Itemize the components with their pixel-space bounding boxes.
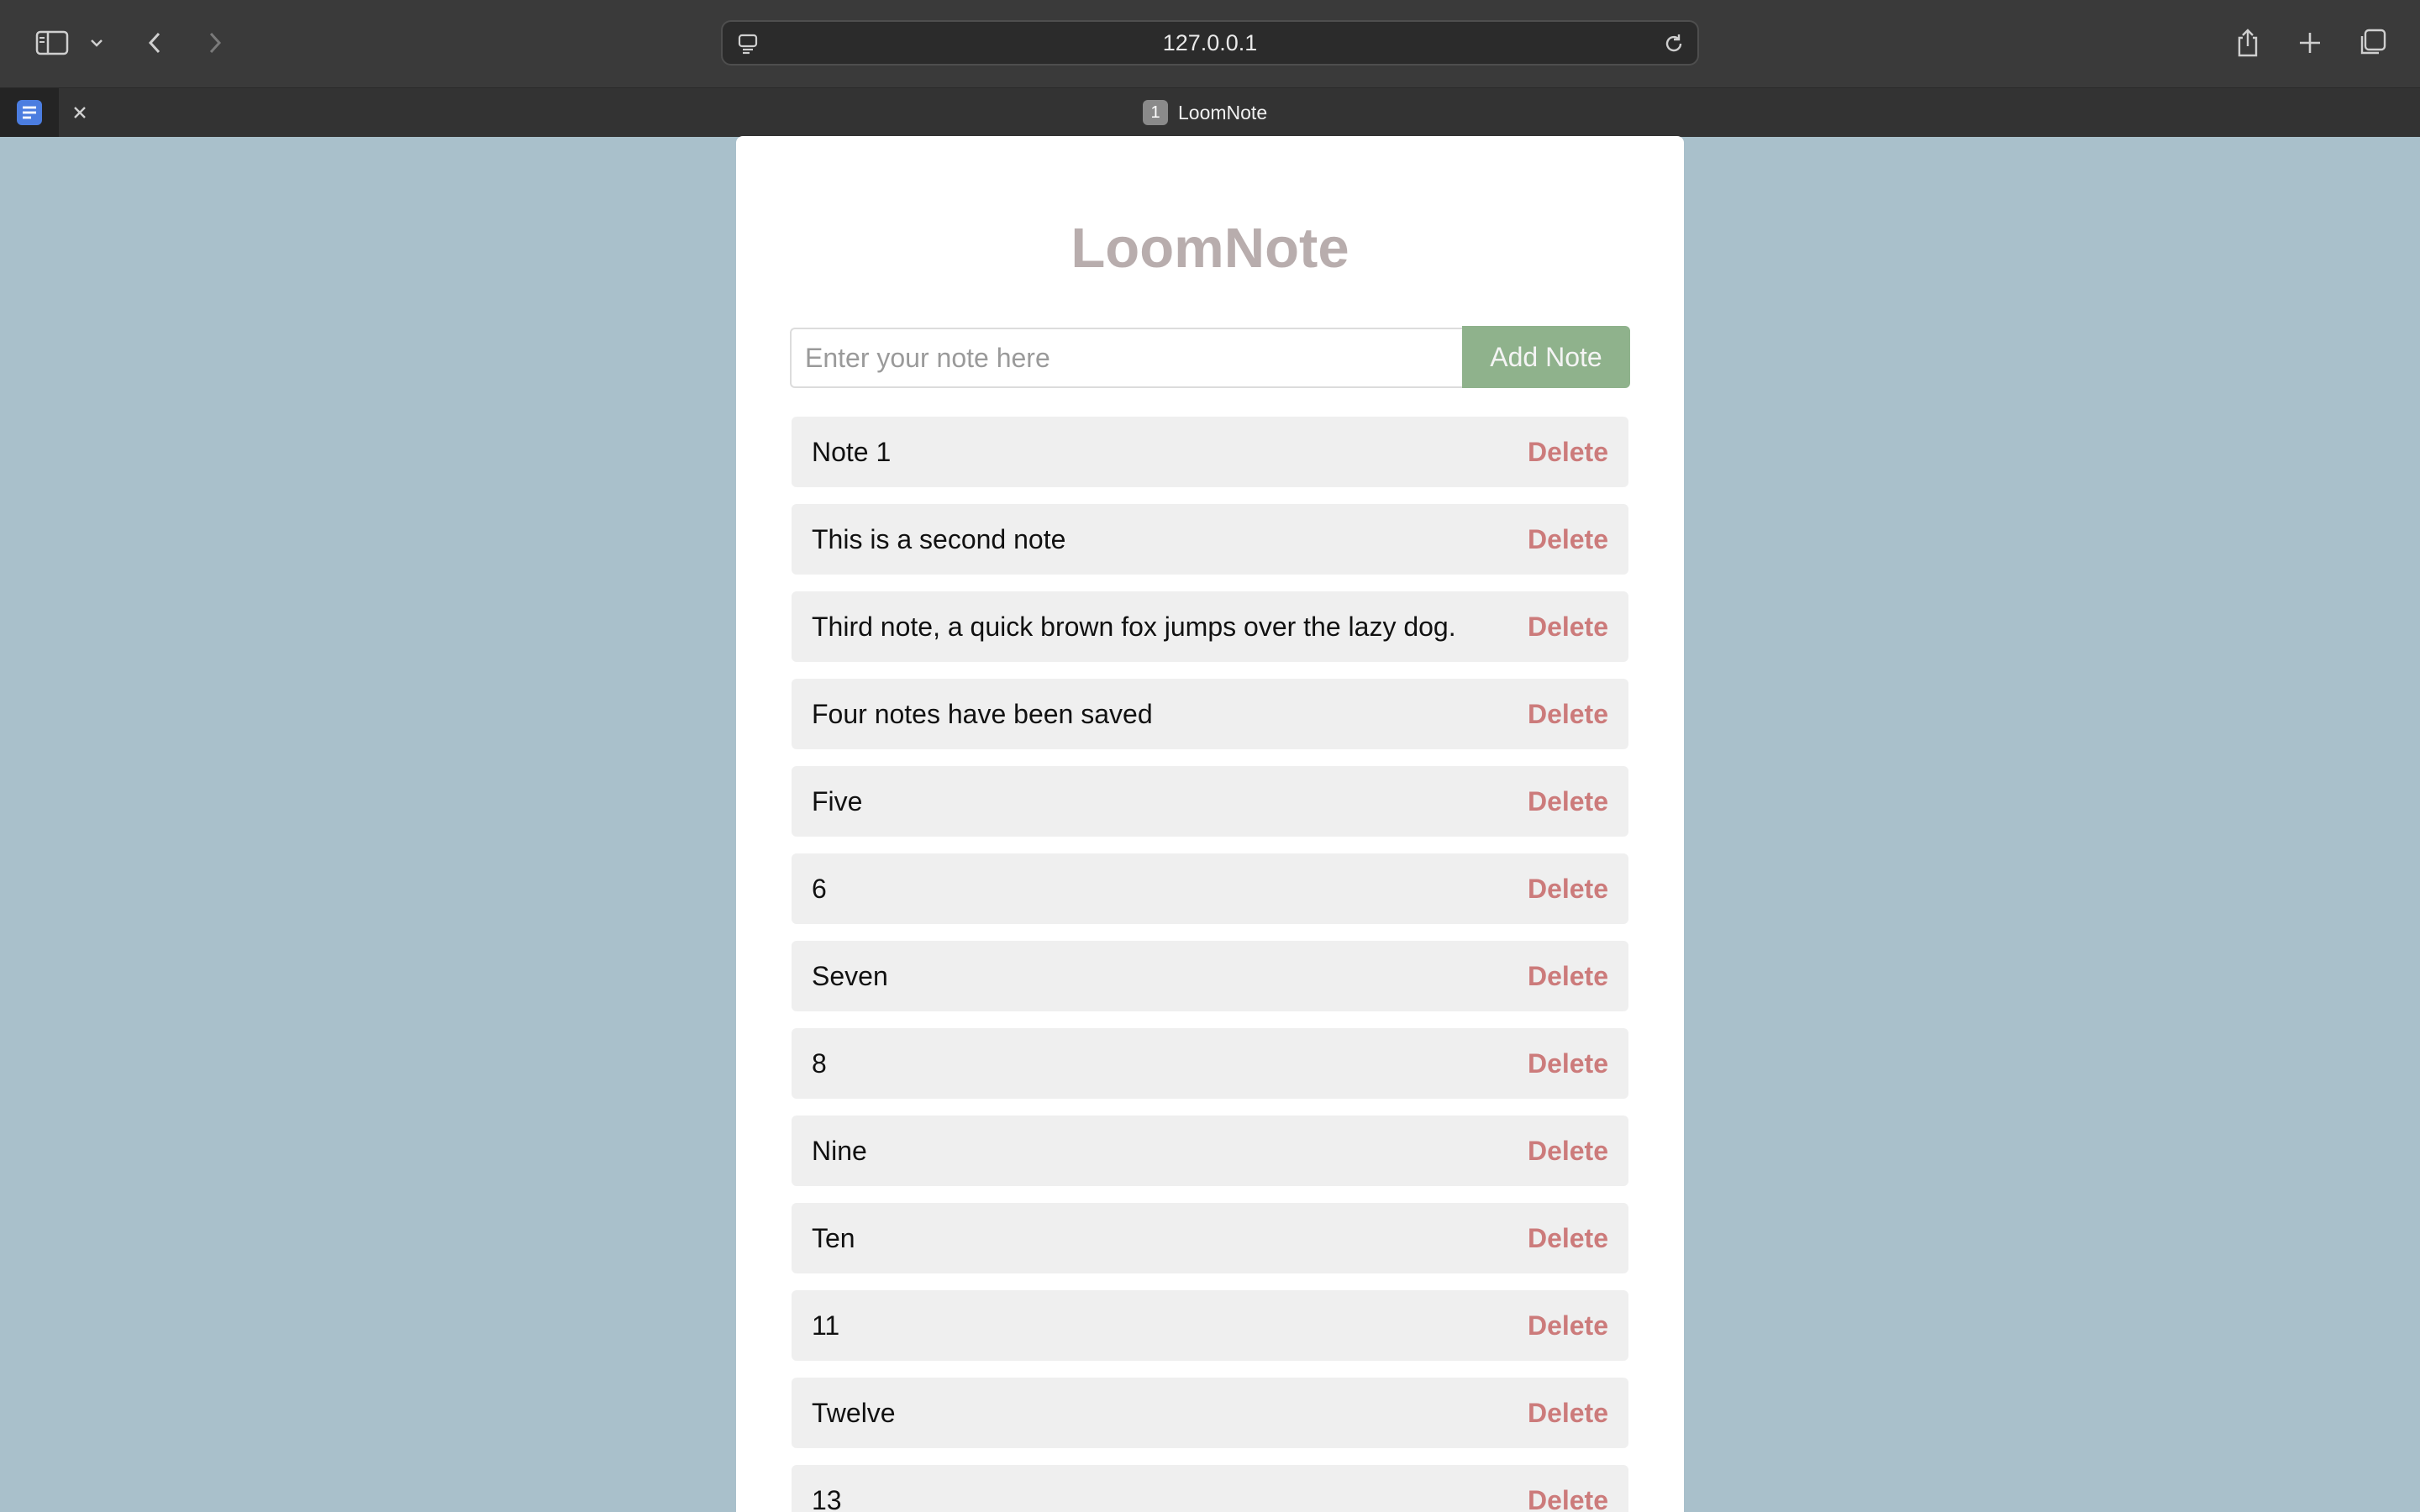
note-item: Seven Delete	[792, 941, 1628, 1011]
delete-button[interactable]: Delete	[1528, 524, 1608, 555]
note-text: This is a second note	[812, 523, 1066, 554]
new-tab-icon[interactable]	[2291, 24, 2329, 62]
note-text: 8	[812, 1047, 827, 1079]
note-text: Seven	[812, 960, 888, 991]
delete-button[interactable]: Delete	[1528, 786, 1608, 817]
note-text: Third note, a quick brown fox jumps over…	[812, 611, 1456, 642]
tab-title: LoomNote	[1178, 101, 1268, 123]
browser-chrome: 127.0.0.1 1 LoomNote	[0, 0, 2420, 137]
address-text: 127.0.0.1	[1162, 29, 1258, 55]
address-bar[interactable]: 127.0.0.1	[721, 20, 1699, 66]
note-item: 13 Delete	[792, 1465, 1628, 1512]
delete-button[interactable]: Delete	[1528, 1485, 1608, 1512]
note-item: Nine Delete	[792, 1116, 1628, 1186]
note-text: Twelve	[812, 1397, 896, 1428]
note-item: Four notes have been saved Delete	[792, 679, 1628, 749]
back-icon[interactable]	[139, 25, 170, 60]
reload-icon[interactable]	[1660, 30, 1687, 57]
note-text: Four notes have been saved	[812, 698, 1153, 729]
active-tab[interactable]: 1 LoomNote	[1143, 88, 1277, 137]
delete-button[interactable]: Delete	[1528, 1048, 1608, 1079]
note-item: Twelve Delete	[792, 1378, 1628, 1448]
delete-button[interactable]: Delete	[1528, 612, 1608, 643]
sidebar-icon[interactable]	[30, 25, 74, 60]
tab-overview-icon[interactable]	[2353, 24, 2391, 62]
delete-button[interactable]: Delete	[1528, 1398, 1608, 1429]
share-icon[interactable]	[2228, 24, 2267, 62]
tab-bar: 1 LoomNote	[0, 87, 2420, 137]
note-item: This is a second note Delete	[792, 504, 1628, 575]
note-input[interactable]	[790, 328, 1462, 388]
note-text: 11	[812, 1310, 840, 1341]
note-item: Note 1 Delete	[792, 417, 1628, 487]
note-text: 13	[812, 1484, 842, 1512]
note-item: 8 Delete	[792, 1028, 1628, 1099]
note-item: Five Delete	[792, 766, 1628, 837]
tab-number-badge: 1	[1143, 100, 1168, 125]
app-card: LoomNote Add Note Note 1DeleteThis is a …	[736, 136, 1684, 1512]
note-text: Five	[812, 785, 863, 816]
forward-icon[interactable]	[200, 25, 230, 60]
notes-app-icon	[17, 100, 42, 125]
page-title: LoomNote	[1071, 217, 1349, 280]
note-text: 6	[812, 873, 827, 904]
delete-button[interactable]: Delete	[1528, 961, 1608, 992]
note-text: Ten	[812, 1222, 855, 1253]
notes-list: Note 1 Delete This is a second note Delete T…	[792, 417, 1628, 1512]
delete-button[interactable]: Delete	[1528, 437, 1608, 468]
note-item: 11 Delete	[792, 1290, 1628, 1361]
browser-toolbar: 127.0.0.1	[0, 0, 2420, 87]
add-note-button[interactable]: Add Note	[1462, 326, 1630, 388]
delete-button[interactable]: Delete	[1528, 699, 1608, 730]
page-viewport: LoomNote Add Note Note 1DeleteThis is a …	[0, 136, 2420, 1512]
delete-button[interactable]: Delete	[1528, 874, 1608, 905]
pinned-tab[interactable]	[0, 88, 59, 137]
note-item: Third note, a quick brown fox jumps over…	[792, 591, 1628, 662]
note-item: Ten Delete	[792, 1203, 1628, 1273]
close-icon[interactable]	[66, 88, 94, 137]
delete-button[interactable]: Delete	[1528, 1310, 1608, 1341]
delete-button[interactable]: Delete	[1528, 1136, 1608, 1167]
note-text: Nine	[812, 1135, 867, 1166]
chevron-down-icon[interactable]	[86, 30, 108, 55]
note-text: Note 1	[812, 436, 892, 467]
delete-button[interactable]: Delete	[1528, 1223, 1608, 1254]
note-item: 6 Delete	[792, 853, 1628, 924]
